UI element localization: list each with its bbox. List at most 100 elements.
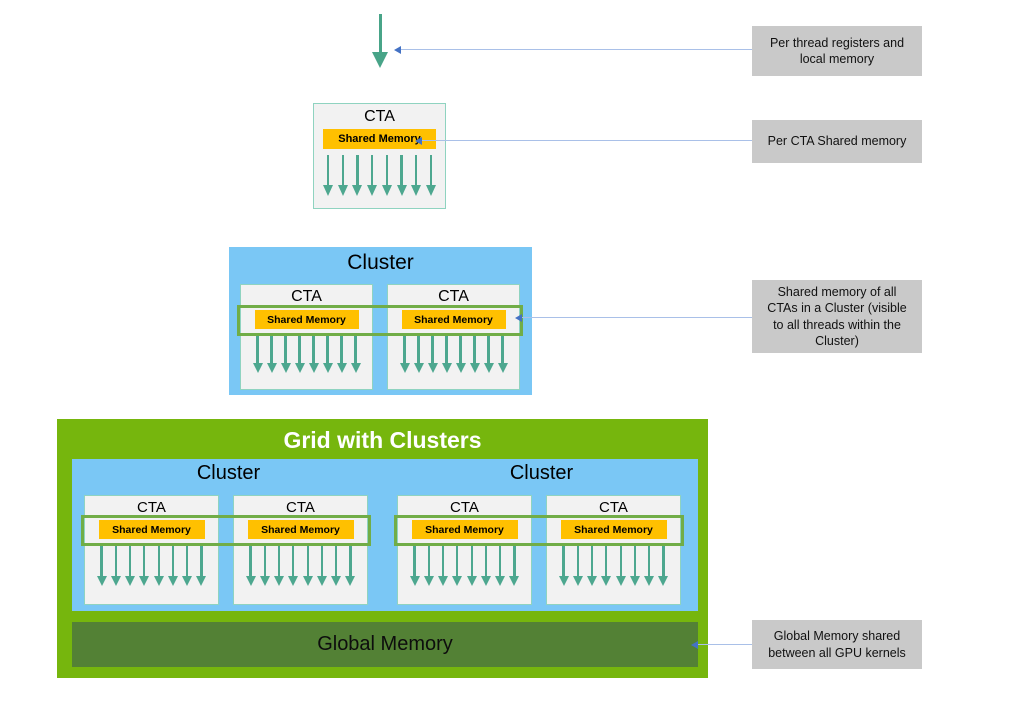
grid-cluster-b-cta-a[interactable]: CTA Shared Memory bbox=[397, 495, 532, 605]
cluster-standalone-cta-a-shared-memory-label: Shared Memory bbox=[267, 313, 346, 326]
thread bbox=[480, 546, 491, 586]
thread bbox=[280, 335, 291, 373]
cluster-standalone-cta-a-threads bbox=[252, 335, 361, 379]
grid-cluster-a-cta-a-shared-memory[interactable]: Shared Memory bbox=[98, 520, 205, 539]
grid-cluster-a-cta-b-shared-memory-label: Shared Memory bbox=[261, 523, 340, 536]
thread bbox=[438, 546, 449, 586]
thread bbox=[252, 335, 263, 373]
grid-cluster-a-cta-b-title: CTA bbox=[286, 499, 315, 516]
thread bbox=[466, 546, 477, 586]
thread bbox=[323, 155, 333, 196]
note-thread-registers-text: Per thread registers and local memory bbox=[769, 35, 905, 67]
cluster-standalone-title: Cluster bbox=[347, 251, 414, 274]
thread-arrow-standalone bbox=[371, 14, 391, 68]
grid-cluster-a-cta-b-threads bbox=[245, 546, 356, 594]
thread bbox=[587, 546, 598, 586]
thread bbox=[495, 546, 506, 586]
note-cluster-shared-memory-text: Shared memory of all CTAs in a Cluster (… bbox=[767, 284, 907, 349]
thread bbox=[396, 155, 407, 196]
cta-standalone-shared-memory-label: Shared Memory bbox=[338, 133, 421, 145]
thread bbox=[572, 546, 583, 586]
thread bbox=[558, 546, 569, 586]
thread bbox=[455, 335, 466, 373]
cta-standalone-threads bbox=[323, 155, 436, 201]
thread bbox=[336, 335, 347, 373]
thread-arrow-stem bbox=[379, 14, 382, 54]
grid-cluster-a-cta-b[interactable]: CTA Shared Memory bbox=[233, 495, 368, 605]
thread bbox=[167, 546, 178, 586]
thread bbox=[409, 546, 420, 586]
grid-cluster-a-cta-a[interactable]: CTA Shared Memory bbox=[84, 495, 219, 605]
thread bbox=[316, 546, 327, 586]
thread bbox=[259, 546, 270, 586]
thread bbox=[644, 546, 655, 586]
thread bbox=[509, 546, 520, 586]
cluster-standalone-cta-b-shared-memory[interactable]: Shared Memory bbox=[401, 310, 506, 329]
thread bbox=[96, 546, 107, 586]
thread bbox=[331, 546, 342, 586]
thread bbox=[350, 335, 361, 373]
thread bbox=[337, 155, 348, 196]
connector-cluster-note-arrowhead bbox=[515, 314, 522, 322]
grid-cluster-a-cta-b-shared-memory[interactable]: Shared Memory bbox=[247, 520, 354, 539]
grid-with-clusters[interactable]: Grid with Clusters Cluster CTA Shared Me… bbox=[57, 419, 708, 678]
cluster-standalone-cta-a-shared-memory[interactable]: Shared Memory bbox=[254, 310, 359, 329]
note-global-memory-text: Global Memory shared between all GPU ker… bbox=[768, 629, 906, 660]
grid-cluster-a-cta-a-threads bbox=[96, 546, 207, 594]
connector-cta-note-arrowhead bbox=[415, 137, 422, 145]
thread bbox=[381, 155, 392, 196]
cluster-standalone-cta-a[interactable]: CTA Shared Memory bbox=[240, 284, 373, 390]
thread bbox=[399, 335, 410, 373]
cluster-standalone-cta-b-shared-memory-label: Shared Memory bbox=[414, 313, 493, 326]
thread bbox=[658, 546, 669, 586]
thread bbox=[427, 335, 438, 373]
grid-cluster-b[interactable]: Cluster CTA Shared Memory CTA Shared Mem… bbox=[385, 459, 698, 611]
thread bbox=[266, 335, 277, 373]
cluster-standalone[interactable]: Cluster CTA Shared Memory CTA Shared Mem… bbox=[229, 247, 532, 395]
thread bbox=[245, 546, 256, 586]
thread-arrow-head bbox=[372, 52, 388, 68]
thread bbox=[274, 546, 285, 586]
thread bbox=[125, 546, 136, 586]
grid-cluster-b-cta-a-threads bbox=[409, 546, 520, 594]
grid-cluster-b-cta-b[interactable]: CTA Shared Memory bbox=[546, 495, 681, 605]
thread bbox=[110, 546, 121, 586]
note-cta-shared-memory: Per CTA Shared memory bbox=[752, 120, 922, 163]
cluster-standalone-cta-b-threads bbox=[399, 335, 508, 379]
grid-cluster-a-cta-a-title: CTA bbox=[137, 499, 166, 516]
grid-cluster-a-cta-a-shared-memory-label: Shared Memory bbox=[112, 523, 191, 536]
grid-cluster-b-title: Cluster bbox=[509, 462, 574, 484]
thread bbox=[308, 335, 319, 373]
thread bbox=[367, 155, 378, 196]
grid-cluster-a[interactable]: Cluster CTA Shared Memory CTA Shared Mem… bbox=[72, 459, 385, 611]
note-thread-registers: Per thread registers and local memory bbox=[752, 26, 922, 76]
thread bbox=[469, 335, 480, 373]
global-memory-label: Global Memory bbox=[317, 633, 453, 655]
grid-cluster-b-cta-a-shared-memory-label: Shared Memory bbox=[425, 523, 504, 536]
connector-cluster-note bbox=[521, 317, 752, 319]
thread bbox=[483, 335, 494, 373]
global-memory-bar[interactable]: Global Memory bbox=[72, 622, 698, 667]
cluster-standalone-cta-b[interactable]: CTA Shared Memory bbox=[387, 284, 520, 390]
grid-cluster-b-cta-b-shared-memory[interactable]: Shared Memory bbox=[560, 520, 667, 539]
connector-thread-note bbox=[400, 49, 752, 51]
cluster-standalone-cta-b-title: CTA bbox=[438, 288, 469, 305]
thread bbox=[153, 546, 164, 586]
thread bbox=[615, 546, 626, 586]
thread bbox=[322, 335, 333, 373]
thread bbox=[302, 546, 313, 586]
note-cta-shared-memory-text: Per CTA Shared memory bbox=[767, 134, 907, 149]
thread bbox=[182, 546, 193, 586]
grid-cluster-b-cta-b-title: CTA bbox=[599, 499, 628, 516]
note-global-memory: Global Memory shared between all GPU ker… bbox=[752, 620, 922, 669]
grid-cluster-b-cta-a-shared-memory[interactable]: Shared Memory bbox=[411, 520, 518, 539]
grid-cluster-a-title: Cluster bbox=[196, 462, 261, 484]
connector-global-note bbox=[697, 644, 752, 646]
thread bbox=[601, 546, 612, 586]
cta-standalone[interactable]: CTA Shared Memory bbox=[313, 103, 446, 209]
thread bbox=[413, 335, 424, 373]
note-cluster-shared-memory: Shared memory of all CTAs in a Cluster (… bbox=[752, 280, 922, 353]
thread bbox=[629, 546, 640, 586]
cluster-standalone-cta-a-title: CTA bbox=[291, 288, 322, 305]
grid-cluster-b-cta-b-shared-memory-label: Shared Memory bbox=[574, 523, 653, 536]
